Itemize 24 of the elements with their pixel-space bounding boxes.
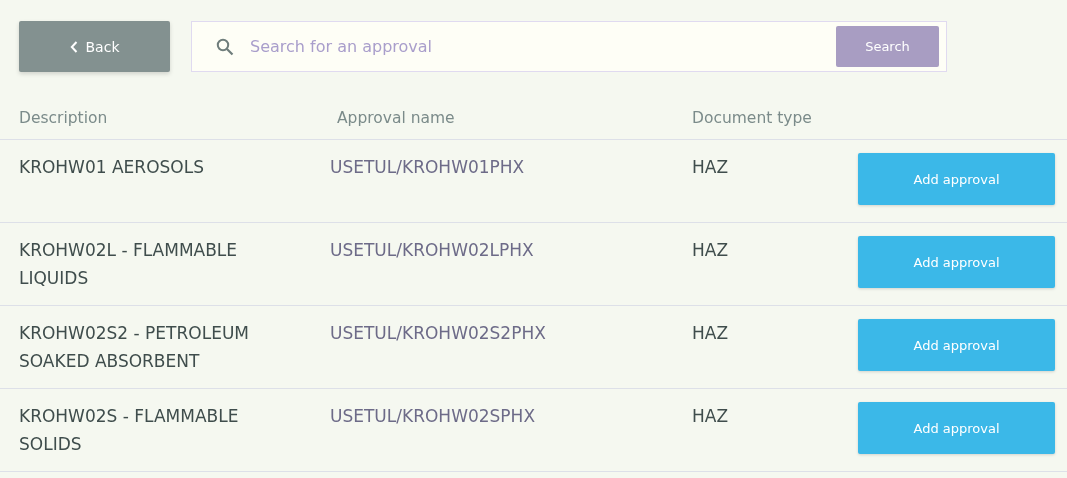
table-cell-text: HAZ xyxy=(692,322,730,345)
table-cell-text: HAZ xyxy=(692,156,730,179)
table-cell-text: USETUL/KROHW02S2PHX xyxy=(330,322,547,345)
table-cell-text: KROHW02L - FLAMMABLE LIQUIDS xyxy=(19,239,239,290)
table-cell-text: USETUL/KROHW02SPHX xyxy=(330,405,537,428)
add-approval-button[interactable]: Add approval xyxy=(858,236,1055,288)
add-approval-button[interactable]: Add approval xyxy=(858,153,1055,205)
table-cell-text: USETUL/KROHW01PHX xyxy=(330,156,526,179)
column-header: Document type xyxy=(692,109,813,127)
table-cell-text: HAZ xyxy=(692,239,730,262)
search-field[interactable]: Search for an approval Search xyxy=(191,21,947,72)
table-cell-text: KROHW02S - FLAMMABLE SOLIDS xyxy=(19,405,240,456)
column-header: Description xyxy=(19,109,109,127)
column-header: Approval name xyxy=(336,109,456,127)
add-approval-button[interactable]: Add approval xyxy=(858,319,1055,371)
table-cell-text: HAZ xyxy=(692,405,730,428)
chevron-left-icon xyxy=(69,40,78,53)
search-button[interactable]: Search xyxy=(836,26,939,67)
back-button[interactable]: Back xyxy=(19,21,170,72)
table-cell-text: USETUL/KROHW02LPHX xyxy=(330,239,535,262)
add-approval-button[interactable]: Add approval xyxy=(858,402,1055,454)
table-cell-text: KROHW01 AEROSOLS xyxy=(19,156,205,179)
search-icon xyxy=(216,37,234,56)
table-cell-text: KROHW02S2 - PETROLEUM SOAKED ABSORBENT xyxy=(19,322,250,373)
